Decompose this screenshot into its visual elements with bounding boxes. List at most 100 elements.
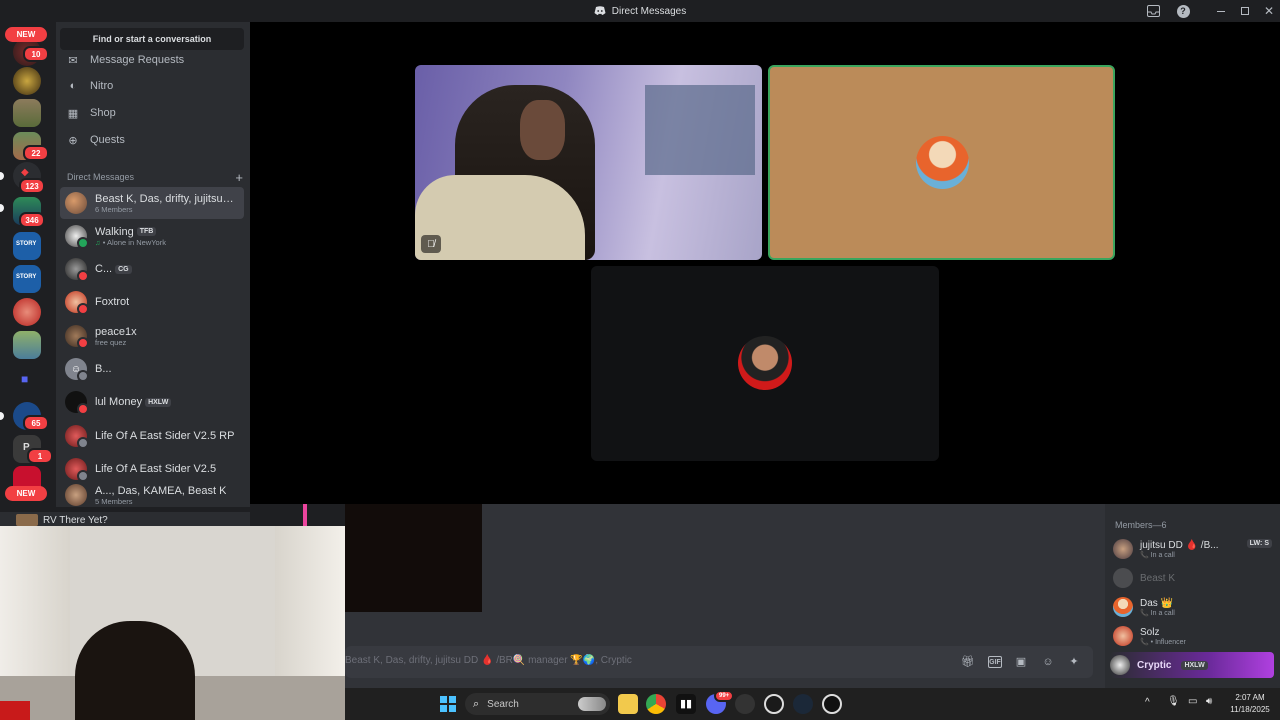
envelope-icon: ✉ xyxy=(68,54,78,67)
nav-nitro[interactable]: ◐ Nitro xyxy=(60,73,244,99)
file-explorer-icon[interactable] xyxy=(618,694,638,714)
avatar xyxy=(916,136,969,189)
steam-icon[interactable] xyxy=(793,694,813,714)
dm-item[interactable]: C... CG xyxy=(60,253,244,285)
nav-label: Shop xyxy=(90,107,116,119)
g-app-icon[interactable] xyxy=(764,694,784,714)
nitro-icon: ◐ xyxy=(69,80,77,92)
dm-item[interactable]: A..., Das, KAMEA, Beast K5 Members xyxy=(60,484,244,506)
participant-video xyxy=(520,100,565,160)
server-icon[interactable]: STORY xyxy=(13,265,41,293)
close-icon[interactable]: ✕ xyxy=(1257,0,1280,22)
dm-item[interactable]: lul Money HXLW xyxy=(60,386,244,418)
unread-pill xyxy=(0,204,4,212)
dm-item[interactable]: Walking TFB ♫ • Alone in NewYork xyxy=(60,220,244,252)
attachment-preview[interactable] xyxy=(345,504,482,612)
avatar xyxy=(65,325,89,349)
avatar xyxy=(65,458,89,482)
dm-name: C... CG xyxy=(95,263,132,275)
server-tag: TFB xyxy=(136,227,157,237)
create-dm-icon[interactable]: + xyxy=(235,170,243,185)
server-tag: LW: S xyxy=(1246,539,1272,548)
dm-name: Life Of A East Sider V2.5 xyxy=(95,463,217,475)
windows-start-icon[interactable] xyxy=(438,694,458,714)
avatar xyxy=(1113,626,1133,646)
server-tag: HXLW xyxy=(1181,660,1208,670)
inbox-icon[interactable] xyxy=(1141,0,1165,22)
member-item[interactable]: Das 👑 📞 In a call xyxy=(1113,594,1278,620)
folder-icon[interactable]: ■ xyxy=(13,367,41,395)
gift-icon[interactable]: 🎁︎ xyxy=(961,656,975,668)
new-badge: NEW xyxy=(5,27,47,42)
chrome-icon[interactable] xyxy=(646,694,666,714)
member-status: 📞 In a call xyxy=(1140,609,1175,617)
chevron-up-icon[interactable]: ^ xyxy=(1145,697,1150,708)
emoji-icon[interactable]: ☺ xyxy=(1041,656,1055,668)
avatar xyxy=(65,225,89,249)
clock-time: 2:07 AM xyxy=(1235,693,1265,702)
gif-icon[interactable]: GIF xyxy=(988,656,1002,668)
minimize-icon[interactable] xyxy=(1209,0,1233,22)
dm-subtitle: 6 Members xyxy=(95,204,133,214)
network-icon[interactable]: ▭ xyxy=(1188,696,1197,707)
member-item[interactable]: Cryptic HXLW xyxy=(1110,652,1274,678)
shop-icon: ▦ xyxy=(67,107,79,120)
dm-item[interactable]: peace1x free quez xyxy=(60,320,244,352)
unread-badge: 10 xyxy=(23,46,49,62)
sticker-icon[interactable]: ▣ xyxy=(1014,656,1028,668)
unreal-engine-icon[interactable] xyxy=(822,694,842,714)
maximize-icon[interactable] xyxy=(1233,0,1257,22)
avatar: ☺ xyxy=(65,358,89,382)
microphone-icon[interactable]: 🎙︎ xyxy=(1167,696,1180,707)
dm-section-header: Direct Messages + xyxy=(67,170,243,185)
nav-shop[interactable]: ▦ Shop xyxy=(60,100,244,126)
help-icon[interactable]: ? xyxy=(1171,0,1195,22)
app-icon[interactable] xyxy=(735,694,755,714)
dm-name: Life Of A East Sider V2.5 RP xyxy=(95,430,235,442)
poster xyxy=(645,85,755,175)
member-name: Das 👑 xyxy=(1140,597,1174,609)
member-name: Solz xyxy=(1140,626,1160,638)
offline-status-icon xyxy=(77,437,89,449)
dm-item[interactable]: Beast K, Das, drifty, jujitsu D... 6 Memb… xyxy=(60,187,244,219)
avatar xyxy=(738,336,792,390)
server-icon[interactable]: STORY xyxy=(13,232,41,260)
member-status: 📞 In a call xyxy=(1140,551,1175,559)
dm-item[interactable]: Life Of A East Sider V2.5 xyxy=(60,453,244,485)
avatar xyxy=(65,425,89,449)
video-tile[interactable] xyxy=(591,266,939,461)
server-icon[interactable] xyxy=(13,331,41,359)
dm-subtitle: 5 Members xyxy=(95,496,133,506)
video-tile[interactable]: 🎙̸ xyxy=(415,65,762,260)
server-icon[interactable] xyxy=(13,298,41,326)
game-thumbnail xyxy=(16,514,38,526)
overlay-game-label: RV There Yet? xyxy=(43,515,108,526)
volume-icon[interactable]: 🔊︎ xyxy=(1206,696,1212,707)
avatar xyxy=(65,291,89,315)
member-name: Beast K xyxy=(1140,572,1176,584)
member-item[interactable]: Solz 📞 • Influencer xyxy=(1113,623,1278,649)
avatar xyxy=(65,258,89,282)
server-icon[interactable] xyxy=(13,99,41,127)
member-item[interactable]: Beast K xyxy=(1113,565,1278,591)
taskbar-clock[interactable]: 2:07 AM 11/18/2025 xyxy=(1222,692,1278,716)
audio-app-icon[interactable]: ▮▮ xyxy=(676,694,696,714)
apps-icon[interactable]: ✦ xyxy=(1067,656,1081,668)
dm-item[interactable]: ☺ B... xyxy=(60,353,244,385)
search-icon: ⌕ xyxy=(473,697,480,710)
search-label: Search xyxy=(487,698,519,710)
search-highlight-image xyxy=(578,697,606,711)
member-item[interactable]: jujitsu DD 🩸 /B... 📞 In a call LW: S xyxy=(1113,536,1278,562)
server-tag: CG xyxy=(115,264,132,274)
window-title-text: Direct Messages xyxy=(611,5,687,17)
unread-pill xyxy=(0,172,4,180)
clock-date: 11/18/2025 xyxy=(1230,705,1270,714)
video-tile-speaking[interactable] xyxy=(768,65,1115,260)
avatar xyxy=(1113,539,1133,559)
dm-item[interactable]: Life Of A East Sider V2.5 RP xyxy=(60,420,244,452)
nav-message-requests[interactable]: ✉ Message Requests xyxy=(60,47,244,73)
server-icon[interactable] xyxy=(13,67,41,95)
nav-quests[interactable]: ⊕ Quests xyxy=(60,127,244,153)
dm-item[interactable]: Foxtrot xyxy=(60,286,244,318)
nav-label: Quests xyxy=(90,134,125,146)
